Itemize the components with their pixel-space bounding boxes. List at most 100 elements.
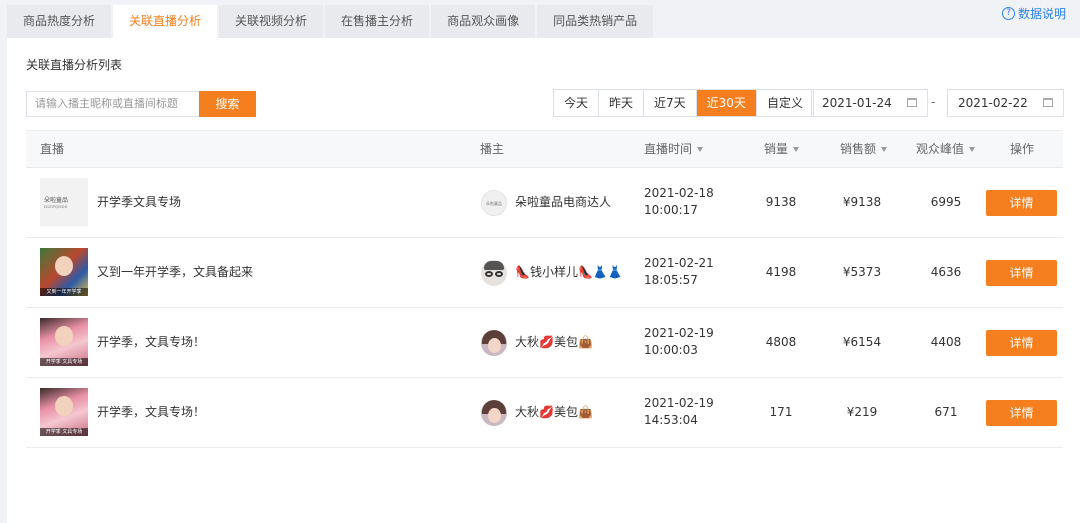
cover-caption: 又到一年开学季 [40, 288, 88, 296]
table-header: 直播 播主 直播时间 销量 销售额 观众峰值 操作 [26, 130, 1063, 168]
column-live-time-label: 直播时间 [644, 142, 693, 156]
live-time: 2021-02-19 14:53:04 [644, 395, 714, 429]
cover-face [55, 396, 73, 416]
table-row[interactable]: 又到一年开学季 又到一年开学季，文具备起来 👠钱小样儿👠👗👗 2021-02-2… [26, 238, 1063, 308]
column-live-time[interactable]: 直播时间 [644, 131, 704, 168]
live-clock: 18:05:57 [644, 273, 698, 287]
column-action: 操作 [1010, 142, 1035, 156]
live-time: 2021-02-19 10:00:03 [644, 325, 714, 359]
live-cover-image: 又到一年开学季 [40, 248, 88, 296]
cover-logo-text: 朵啦童品 [44, 197, 69, 204]
revenue-value: ¥5373 [842, 265, 882, 279]
date-range-selector: 今天 昨天 近7天 近30天 自定义 [553, 89, 814, 117]
date-separator: - [931, 95, 936, 109]
main-panel: 关联直播分析列表 请输入播主昵称或直播间标题 搜索 今天 昨天 近7天 近30天… [7, 38, 1080, 523]
revenue-value: ¥6154 [842, 335, 882, 349]
sales-value: 171 [769, 405, 793, 419]
detail-button[interactable]: 详情 [986, 400, 1057, 426]
sales-value: 9138 [765, 195, 797, 209]
live-date: 2021-02-19 [644, 396, 714, 410]
detail-button[interactable]: 详情 [986, 260, 1057, 286]
live-title[interactable]: 开学季，文具专场！ [97, 308, 205, 377]
column-live: 直播 [40, 142, 65, 156]
table-row[interactable]: 朵啦童品 DLTPQDDS 开学季文具专场 朵啦童品 朵啦童品电商达人 2021… [26, 168, 1063, 238]
calendar-icon [1043, 98, 1053, 107]
revenue-value: ¥219 [846, 405, 878, 419]
tab-related-video[interactable]: 关联视频分析 [219, 5, 324, 38]
peak-viewers-value: 4408 [930, 335, 962, 349]
peak-viewers-value: 671 [934, 405, 958, 419]
tab-same-category[interactable]: 同品类热销产品 [537, 5, 654, 38]
start-date-picker[interactable]: 2021-01-24 [811, 89, 928, 117]
live-clock: 14:53:04 [644, 413, 698, 427]
tab-related-live[interactable]: 关联直播分析 [113, 5, 218, 38]
panel-title: 关联直播分析列表 [26, 58, 123, 72]
column-sales-label: 销量 [764, 142, 789, 156]
sort-caret-icon [793, 147, 800, 152]
revenue-value: ¥9138 [842, 195, 882, 209]
cover-face [55, 256, 73, 276]
avatar [481, 330, 507, 356]
range-30days-button[interactable]: 近30天 [696, 90, 757, 116]
cover-face [55, 326, 73, 346]
peak-viewers-value: 6995 [930, 195, 962, 209]
sort-caret-icon [697, 147, 704, 152]
calendar-icon [907, 98, 917, 107]
live-cover-image: 朵啦童品 DLTPQDDS [40, 178, 88, 226]
column-peak-viewers[interactable]: 观众峰值 [916, 131, 976, 168]
anchor-name[interactable]: 大秋💋美包👜 [515, 308, 593, 377]
anchor-name[interactable]: 大秋💋美包👜 [515, 378, 593, 447]
range-yesterday-button[interactable]: 昨天 [599, 90, 645, 116]
range-custom-button[interactable]: 自定义 [756, 90, 813, 116]
live-title[interactable]: 开学季，文具专场！ [97, 378, 205, 447]
column-peak-label: 观众峰值 [916, 142, 965, 156]
anchor-name[interactable]: 👠钱小样儿👠👗👗 [515, 238, 623, 307]
anchor-name[interactable]: 朵啦童品电商达人 [515, 168, 611, 237]
range-today-button[interactable]: 今天 [554, 90, 600, 116]
live-date: 2021-02-18 [644, 186, 714, 200]
detail-button[interactable]: 详情 [986, 330, 1057, 356]
live-time: 2021-02-21 18:05:57 [644, 255, 714, 289]
end-date-value: 2021-02-22 [958, 96, 1028, 110]
search-button[interactable]: 搜索 [199, 91, 256, 117]
sales-value: 4808 [765, 335, 797, 349]
search-input[interactable]: 请输入播主昵称或直播间标题 [26, 91, 199, 117]
cover-logo-subtext: DLTPQDDS [44, 204, 68, 209]
tab-audience-profile[interactable]: 商品观众画像 [431, 5, 536, 38]
peak-viewers-value: 4636 [930, 265, 962, 279]
column-anchor: 播主 [480, 142, 505, 156]
sort-caret-icon [881, 147, 888, 152]
live-title[interactable]: 又到一年开学季，文具备起来 [97, 238, 253, 307]
column-revenue[interactable]: 销售额 [840, 131, 888, 168]
tab-bar: 商品热度分析 关联直播分析 关联视频分析 在售播主分析 商品观众画像 同品类热销… [7, 5, 655, 38]
detail-button[interactable]: 详情 [986, 190, 1057, 216]
live-clock: 10:00:03 [644, 343, 698, 357]
table-row[interactable]: 开学季 文具专场 开学季，文具专场！ 大秋💋美包👜 2021-02-19 10:0… [26, 308, 1063, 378]
tab-selling-anchors[interactable]: 在售播主分析 [325, 5, 430, 38]
live-clock: 10:00:17 [644, 203, 698, 217]
column-sales[interactable]: 销量 [764, 131, 800, 168]
start-date-value: 2021-01-24 [822, 96, 892, 110]
column-revenue-label: 销售额 [840, 142, 877, 156]
question-icon: ? [1001, 7, 1015, 20]
range-7days-button[interactable]: 近7天 [644, 90, 697, 116]
live-cover-image: 开学季 文具专场 [40, 388, 88, 436]
avatar [481, 260, 507, 286]
live-time: 2021-02-18 10:00:17 [644, 185, 714, 219]
live-cover-image: 开学季 文具专场 [40, 318, 88, 366]
end-date-picker[interactable]: 2021-02-22 [947, 89, 1064, 117]
avatar: 朵啦童品 [481, 190, 507, 216]
live-date: 2021-02-21 [644, 256, 714, 270]
sort-caret-icon [969, 147, 976, 152]
sales-value: 4198 [765, 265, 797, 279]
cover-caption: 开学季 文具专场 [40, 358, 88, 366]
avatar [481, 400, 507, 426]
live-date: 2021-02-19 [644, 326, 714, 340]
tab-product-heat[interactable]: 商品热度分析 [7, 5, 112, 38]
table-row[interactable]: 开学季 文具专场 开学季，文具专场！ 大秋💋美包👜 2021-02-19 14:5… [26, 378, 1063, 448]
avatar-logo-text: 朵啦童品 [486, 201, 502, 206]
live-title[interactable]: 开学季文具专场 [97, 168, 181, 237]
search-bar: 请输入播主昵称或直播间标题 搜索 [26, 91, 256, 117]
cover-caption: 开学季 文具专场 [40, 428, 88, 436]
data-help-link[interactable]: ? 数据说明 [1001, 5, 1066, 22]
